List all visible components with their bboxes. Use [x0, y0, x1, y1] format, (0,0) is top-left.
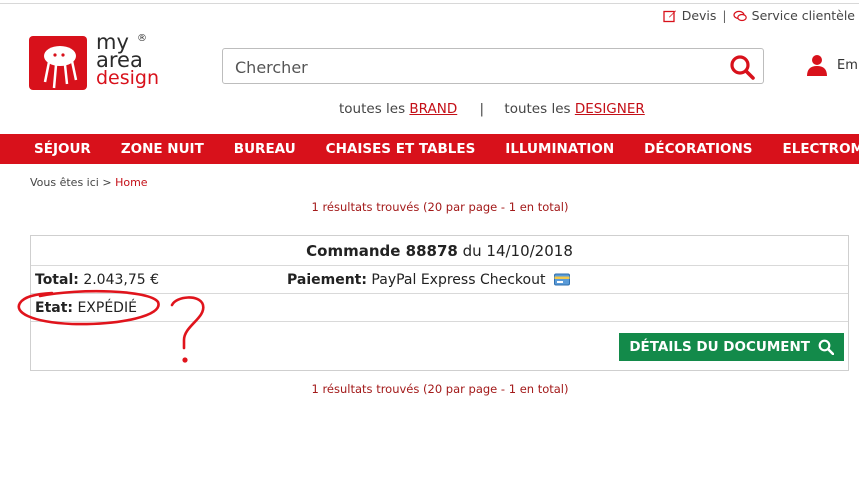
nav-item-chaises-et-tables[interactable]: CHAISES ET TABLES [326, 134, 476, 164]
nav-item-zone-nuit[interactable]: ZONE NUIT [121, 134, 204, 164]
document-details-label: DÉTAILS DU DOCUMENT [629, 339, 810, 355]
breadcrumb: Vous êtes ici > Home [30, 176, 148, 189]
search-input[interactable] [233, 54, 717, 80]
customer-service-link[interactable]: Service clientèle [752, 8, 855, 23]
nav-item-illumination[interactable]: ILLUMINATION [505, 134, 614, 164]
document-details-button[interactable]: DÉTAILS DU DOCUMENT [619, 333, 844, 361]
order-number: Commande 88878 [306, 242, 458, 260]
top-links-separator: | [722, 8, 727, 23]
user-name: Emr [837, 57, 859, 73]
order-payment: Paiement: PayPal Express Checkout [287, 266, 570, 294]
nav-item-bureau[interactable]: BUREAU [234, 134, 296, 164]
user-icon [807, 55, 827, 76]
edit-icon [663, 10, 676, 22]
breadcrumb-prefix: Vous êtes ici > [30, 176, 112, 189]
order-status: Etat: EXPÉDIÉ [35, 294, 137, 322]
nav-item-decorations[interactable]: DÉCORATIONS [644, 134, 752, 164]
order-title: Commande 88878 du 14/10/2018 [31, 236, 848, 266]
results-count-bottom: 1 résultats trouvés (20 par page - 1 en … [311, 382, 569, 396]
top-divider [0, 3, 859, 4]
magnifier-icon [818, 339, 834, 355]
main-nav: SÉJOUR ZONE NUIT BUREAU CHAISES ET TABLE… [0, 134, 859, 164]
site-logo[interactable]: my area design ® [29, 32, 160, 99]
registered-mark: ® [137, 33, 147, 44]
payment-card-icon [553, 273, 570, 286]
order-date: du 14/10/2018 [462, 242, 573, 260]
logo-line-design: design [96, 67, 160, 89]
total-value: 2.043,75 € [83, 272, 160, 288]
payment-value: PayPal Express Checkout [371, 272, 546, 288]
designer-prefix: toutes les [504, 101, 571, 117]
top-links: Devis | Service clientèle [663, 8, 855, 23]
brand-prefix: toutes les [339, 101, 406, 117]
logo-wordmark: my area design [96, 32, 160, 89]
results-count-top: 1 résultats trouvés (20 par page - 1 en … [311, 200, 569, 214]
brand-designer-links: toutes les BRAND | toutes les DESIGNER [339, 101, 645, 117]
logo-mark [29, 36, 87, 90]
order-card: Commande 88878 du 14/10/2018 Total: 2.04… [30, 235, 849, 371]
designer-link[interactable]: DESIGNER [575, 101, 645, 117]
quote-link[interactable]: Devis [682, 8, 717, 23]
payment-label: Paiement: [287, 272, 367, 288]
nav-item-sejour[interactable]: SÉJOUR [34, 134, 91, 164]
order-status-row: Etat: EXPÉDIÉ [31, 294, 848, 322]
total-label: Total: [35, 272, 79, 288]
brand-link[interactable]: BRAND [409, 101, 457, 117]
search-box [222, 48, 764, 84]
user-account[interactable]: Emr [806, 54, 859, 76]
status-label: Etat: [35, 300, 73, 316]
search-icon[interactable] [729, 54, 755, 80]
subnav-separator: | [479, 101, 485, 117]
chat-icon [733, 10, 747, 21]
breadcrumb-home-link[interactable]: Home [115, 176, 147, 189]
order-total-row: Total: 2.043,75 € Paiement: PayPal Expre… [31, 266, 848, 294]
status-value: EXPÉDIÉ [77, 300, 137, 316]
order-total: Total: 2.043,75 € [35, 266, 159, 294]
nav-item-electromenager[interactable]: ELECTROMÉNAGER [783, 134, 859, 164]
logo-chair-icon [43, 46, 78, 89]
